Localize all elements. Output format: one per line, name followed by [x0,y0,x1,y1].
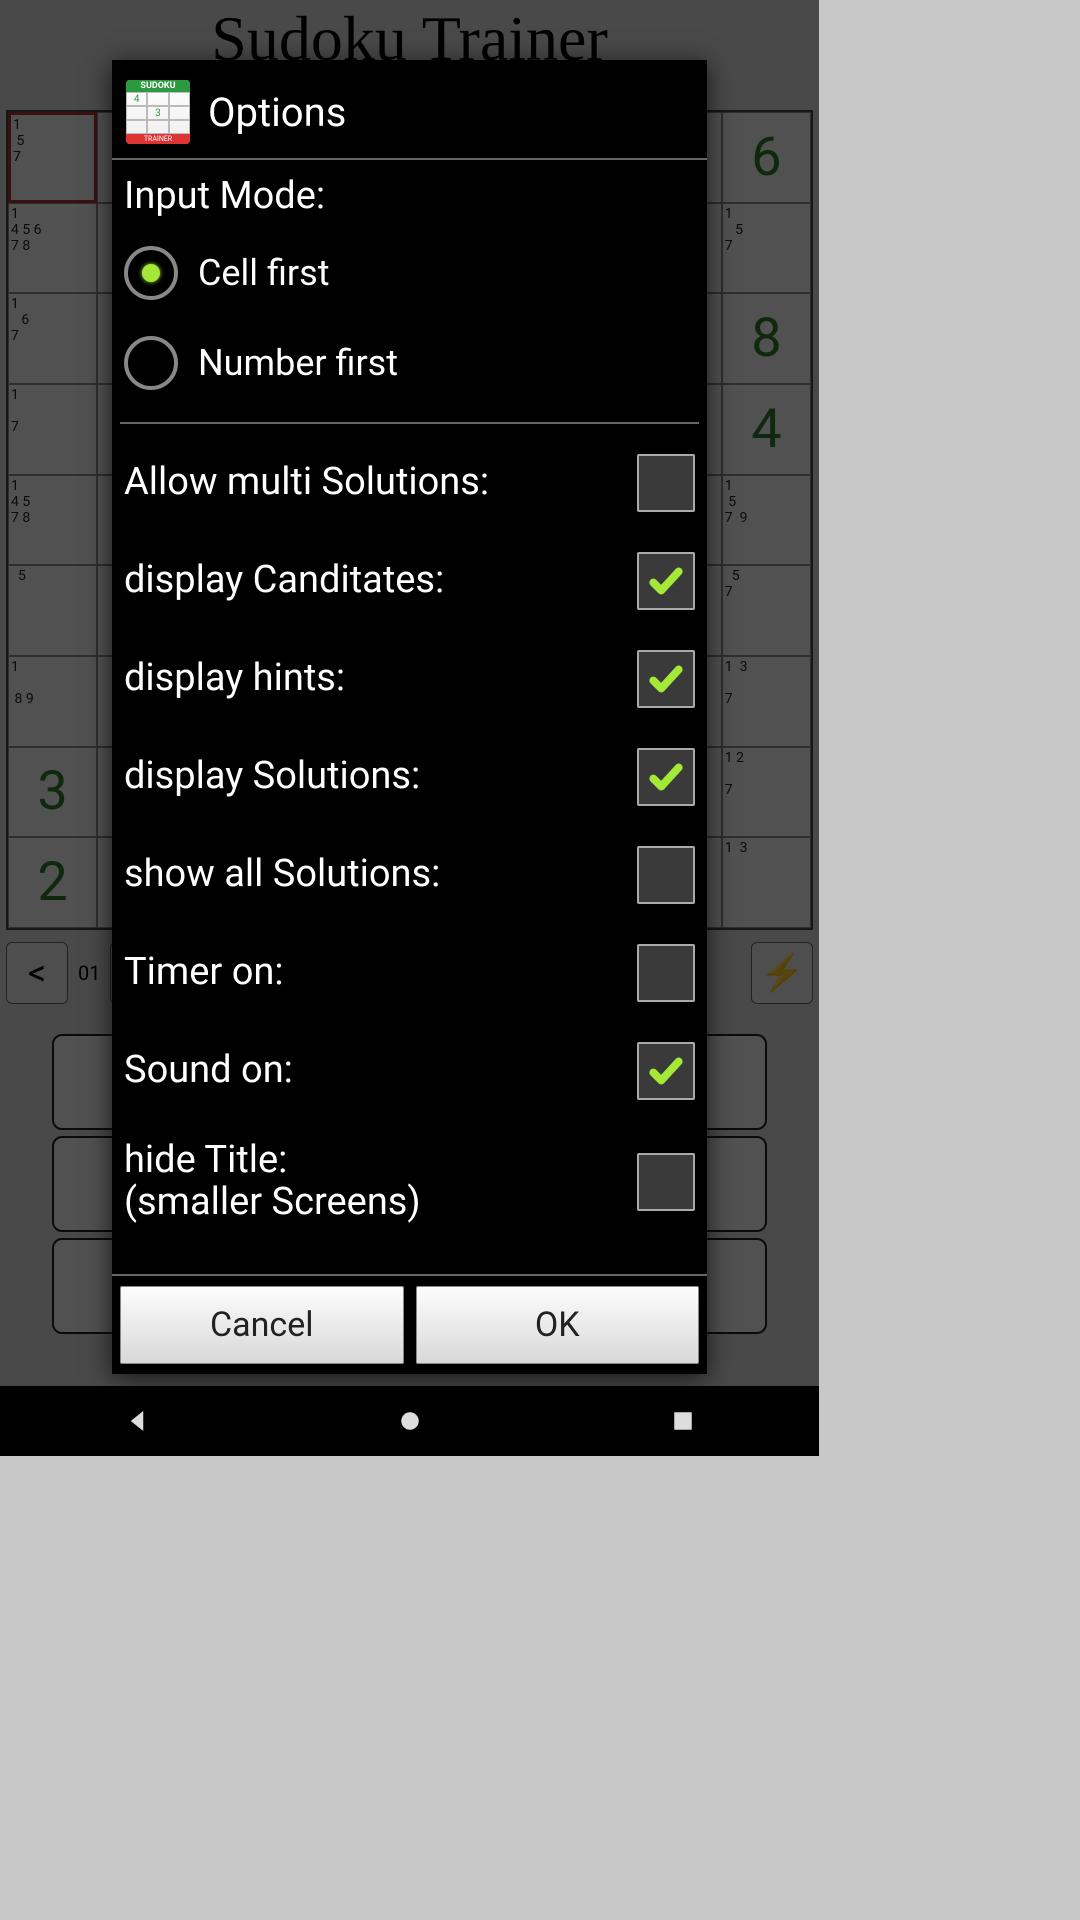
check-label: display Solutions: [124,756,420,798]
dialog-header: SUDOKU 43 TRAINER Options [112,60,707,160]
radio-label: Number first [198,342,398,384]
check-label: hide Title: (smaller Screens) [124,1140,421,1224]
radio-label: Cell first [198,252,329,294]
cancel-button[interactable]: Cancel [120,1286,404,1364]
options-dialog: SUDOKU 43 TRAINER Options Input Mode: Ce… [112,60,707,1374]
checkbox[interactable] [637,1042,695,1100]
checkbox[interactable] [637,944,695,1002]
radio-indicator [124,246,178,300]
input-mode-label: Input Mode: [120,160,699,236]
check-label: display Canditates: [124,560,444,602]
checkbox[interactable] [637,552,695,610]
nav-home-icon[interactable] [395,1406,425,1436]
ok-button[interactable]: OK [416,1286,700,1364]
checkbox[interactable] [637,1153,695,1211]
radio-cell-first[interactable]: Cell first [120,236,699,326]
check-row-1[interactable]: display Canditates: [120,532,699,630]
check-row-3[interactable]: display Solutions: [120,728,699,826]
radio-indicator [124,336,178,390]
checkbox[interactable] [637,846,695,904]
system-navbar [0,1386,819,1456]
dialog-footer: Cancel OK [112,1274,707,1374]
check-label: Allow multi Solutions: [124,462,489,504]
check-row-5[interactable]: Timer on: [120,924,699,1022]
nav-recent-icon[interactable] [668,1406,698,1436]
check-label: Timer on: [124,952,284,994]
checkbox[interactable] [637,748,695,806]
dialog-body: Input Mode: Cell first Number first Allo… [112,160,707,1274]
radio-number-first[interactable]: Number first [120,326,699,416]
check-row-2[interactable]: display hints: [120,630,699,728]
dialog-title: Options [208,89,346,136]
check-row-7[interactable]: hide Title: (smaller Screens) [120,1120,699,1244]
check-row-0[interactable]: Allow multi Solutions: [120,434,699,532]
check-label: display hints: [124,658,345,700]
divider [120,422,699,424]
check-row-4[interactable]: show all Solutions: [120,826,699,924]
nav-back-icon[interactable] [122,1406,152,1436]
checkbox[interactable] [637,454,695,512]
checkbox[interactable] [637,650,695,708]
app-icon: SUDOKU 43 TRAINER [126,80,190,144]
check-label: show all Solutions: [124,854,440,896]
check-label: Sound on: [124,1050,293,1092]
check-row-6[interactable]: Sound on: [120,1022,699,1120]
